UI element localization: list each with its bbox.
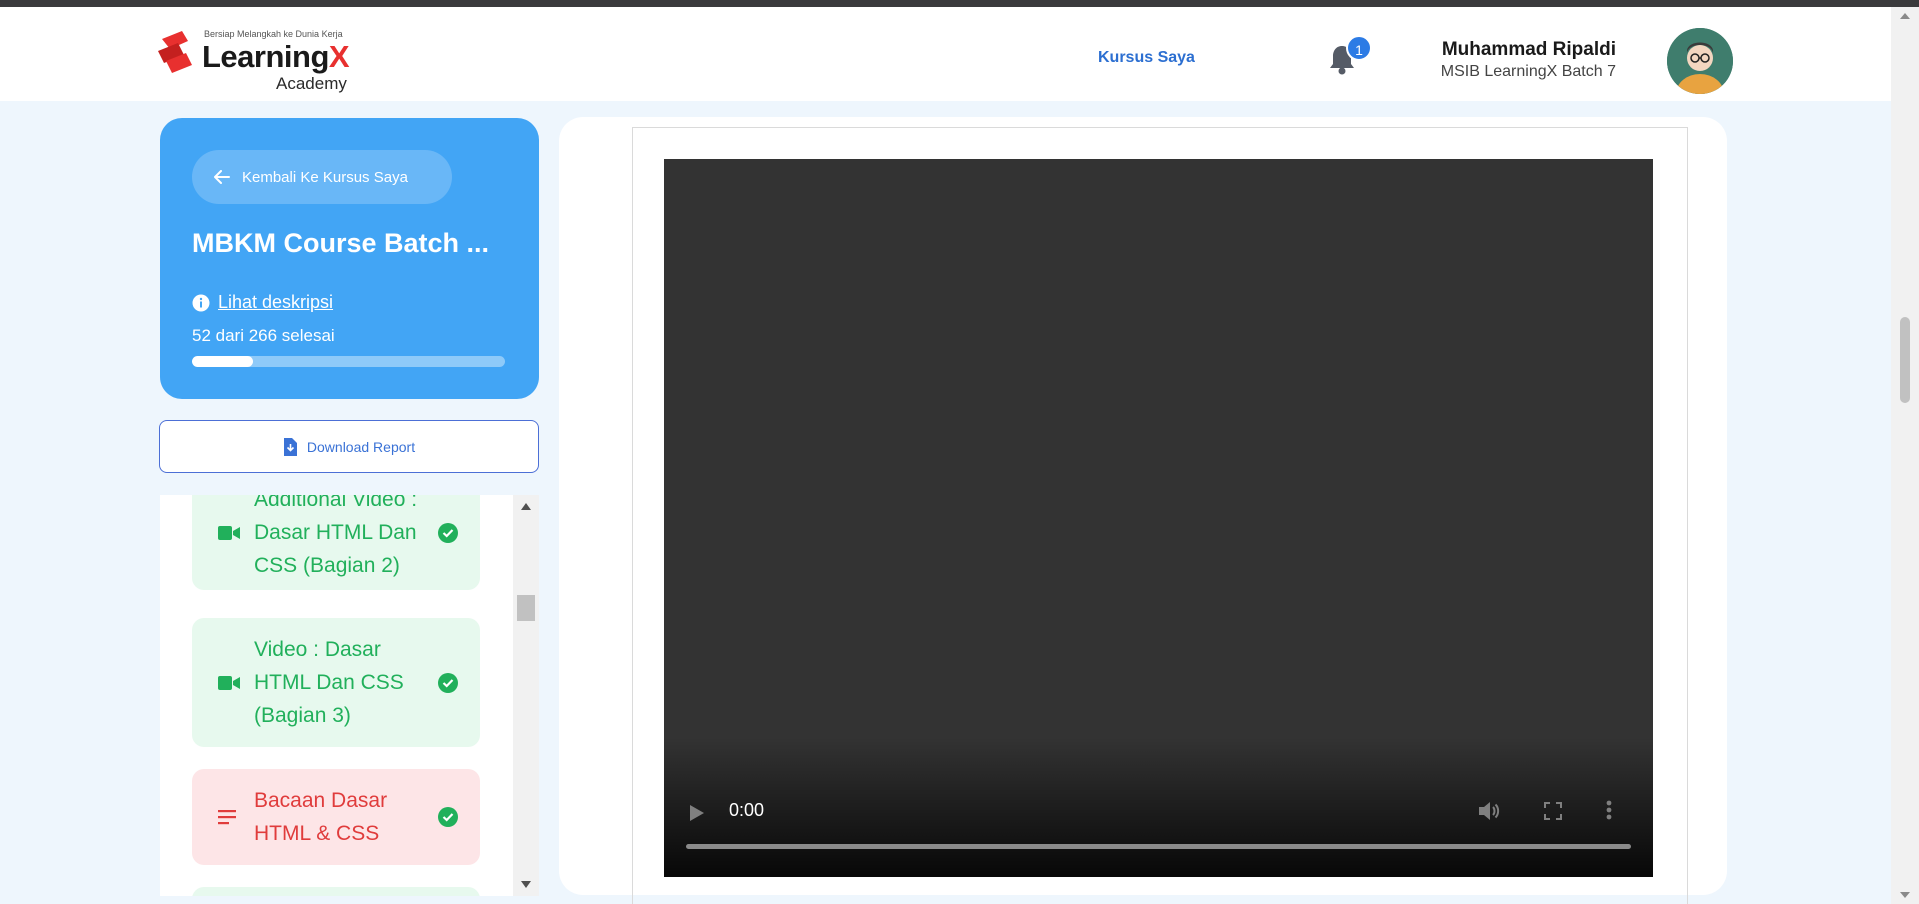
logo-brand: LearningX: [202, 39, 350, 75]
file-download-icon: [283, 437, 297, 456]
user-role: MSIB LearningX Batch 7: [1440, 63, 1616, 80]
logo-tagline: Bersiap Melangkah ke Dunia Kerja: [204, 29, 343, 39]
page-scroll-down-arrow-icon[interactable]: [1900, 892, 1910, 898]
page-scrollbar[interactable]: [1891, 7, 1919, 904]
user-avatar[interactable]: [1667, 28, 1733, 94]
video-player[interactable]: 0:00: [664, 159, 1653, 877]
video-camera-icon: [218, 675, 240, 690]
logo-sub: Academy: [276, 74, 347, 93]
top-header: Bersiap Melangkah ke Dunia Kerja Learnin…: [0, 7, 1891, 101]
download-report-button[interactable]: Download Report: [159, 420, 539, 473]
user-name: Muhammad Ripaldi: [1441, 39, 1616, 60]
volume-icon[interactable]: [1479, 801, 1501, 821]
video-controls-gradient: [664, 737, 1653, 877]
progress-text: 52 dari 266 selesai: [192, 326, 335, 345]
nav-kursus-saya[interactable]: Kursus Saya: [1098, 49, 1195, 67]
lesson-list[interactable]: Additional Video : Dasar HTML Dan CSS (B…: [160, 495, 539, 896]
avatar-illustration: [1667, 28, 1733, 94]
lesson-list-scrollbar[interactable]: [513, 495, 539, 896]
play-icon[interactable]: [690, 805, 704, 821]
check-circle-icon: [438, 807, 458, 827]
scroll-up-arrow-icon[interactable]: [521, 503, 531, 510]
lesson-item[interactable]: Bacaan Dasar HTML & CSS: [192, 769, 480, 865]
lesson-item-partial[interactable]: [192, 887, 480, 896]
view-description-label: Lihat deskripsi: [218, 292, 334, 312]
page-scrollbar-thumb[interactable]: [1900, 317, 1910, 403]
more-options-icon[interactable]: [1606, 800, 1612, 820]
arrow-left-icon: [214, 170, 230, 184]
back-button-label: Kembali Ke Kursus Saya: [242, 168, 408, 186]
logo-brand-x: X: [328, 39, 350, 74]
lesson-content-panel: 0:00: [559, 117, 1727, 904]
lesson-title: Video : Dasar HTML Dan CSS (Bagian 3): [254, 638, 404, 727]
progress-bar-fill: [192, 356, 254, 367]
scroll-down-arrow-icon[interactable]: [521, 881, 531, 888]
course-summary-card: Kembali Ke Kursus Saya MBKM Course Batch…: [160, 118, 539, 399]
lesson-title: Additional Video : Dasar HTML Dan CSS (B…: [254, 495, 418, 577]
check-circle-icon: [438, 522, 458, 543]
learningx-logo-icon: [158, 31, 192, 73]
view-description-link[interactable]: Lihat deskripsi: [192, 292, 333, 313]
lesson-title: Bacaan Dasar HTML & CSS: [254, 789, 388, 845]
back-to-my-courses-button[interactable]: Kembali Ke Kursus Saya: [192, 150, 452, 204]
download-report-label: Download Report: [306, 438, 416, 455]
video-camera-icon: [218, 525, 240, 540]
lesson-list-scrollbar-thumb[interactable]: [517, 595, 535, 621]
page-scroll-up-arrow-icon[interactable]: [1900, 13, 1910, 19]
browser-top-strip: [0, 0, 1919, 7]
logo-brand-text: Learning: [202, 39, 329, 74]
learningx-logo[interactable]: Bersiap Melangkah ke Dunia Kerja Learnin…: [158, 21, 378, 93]
video-progress-track[interactable]: [686, 844, 1631, 849]
lesson-item[interactable]: Video : Dasar HTML Dan CSS (Bagian 3): [192, 618, 480, 747]
progress-bar: [192, 356, 505, 367]
lesson-item[interactable]: Additional Video : Dasar HTML Dan CSS (B…: [192, 495, 480, 590]
fullscreen-icon[interactable]: [1544, 802, 1562, 820]
course-title: MBKM Course Batch ...: [192, 228, 490, 258]
reading-lines-icon: [218, 810, 236, 825]
video-time: 0:00: [729, 800, 765, 820]
notification-badge: 1: [1346, 35, 1372, 61]
check-circle-icon: [438, 672, 458, 693]
info-icon: [192, 294, 210, 311]
